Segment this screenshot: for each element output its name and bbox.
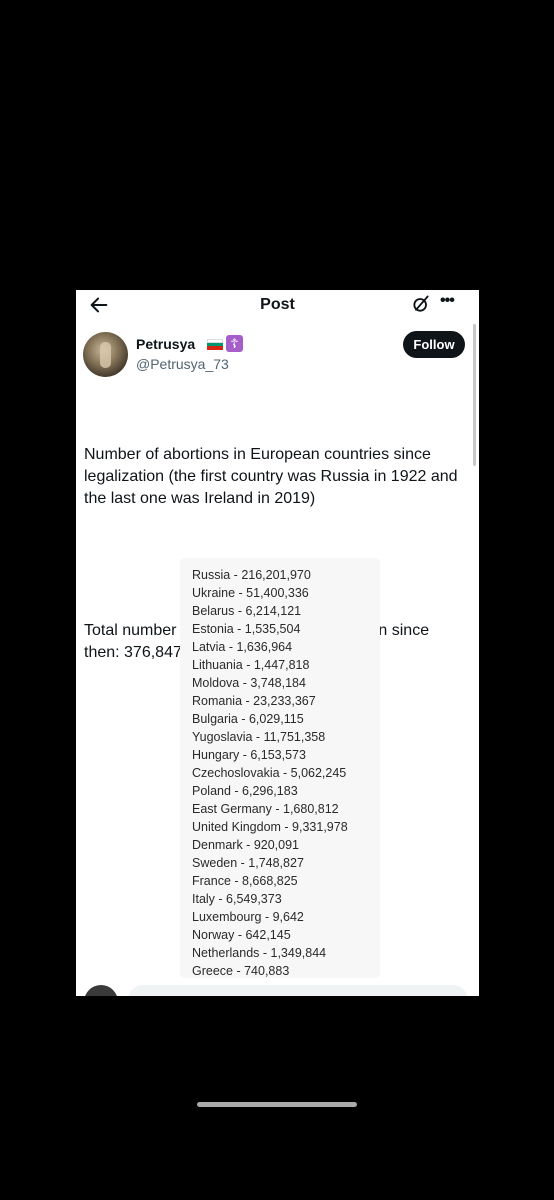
list-item: Greece - 740,883	[192, 964, 290, 978]
author-handle[interactable]: @Petrusya_73	[136, 356, 229, 372]
list-item: Czechoslovakia - 5,062,245	[192, 766, 347, 780]
list-item: Sweden - 1,748,827	[192, 856, 304, 870]
list-item: Romania - 23,233,367	[192, 694, 316, 708]
post-paragraph: Number of abortions in European countrie…	[84, 446, 462, 507]
list-item: East Germany - 1,680,812	[192, 802, 339, 816]
avatar[interactable]	[83, 332, 128, 377]
list-item: Hungary - 6,153,573	[192, 748, 306, 762]
country-abortion-list: Russia - 216,201,970 Ukraine - 51,400,33…	[192, 566, 348, 980]
follow-button[interactable]: Follow	[403, 331, 465, 358]
list-item: Estonia - 1,535,504	[192, 622, 301, 636]
list-item: Yugoslavia - 11,751,358	[192, 730, 326, 744]
list-item: Italy - 6,549,373	[192, 892, 282, 906]
list-item: Lithuania - 1,447,818	[192, 658, 310, 672]
list-item: Latvia - 1,636,964	[192, 640, 293, 654]
list-item: Russia - 216,201,970	[192, 568, 311, 582]
list-item: Luxembourg - 9,642	[192, 910, 304, 924]
screenshot-frame: Post ••• Petrusya ☦ @Petrusya_73 Follow …	[0, 0, 554, 1200]
list-item: United Kingdom - 9,331,978	[192, 820, 348, 834]
post-view: Post ••• Petrusya ☦ @Petrusya_73 Follow …	[76, 290, 479, 996]
home-indicator[interactable]	[197, 1102, 357, 1107]
author-display-name[interactable]: Petrusya	[136, 336, 195, 352]
list-item: Ukraine - 51,400,336	[192, 586, 309, 600]
list-item: France - 8,668,825	[192, 874, 298, 888]
list-item: Poland - 6,296,183	[192, 784, 298, 798]
list-item: Norway - 642,145	[192, 928, 291, 942]
more-options-icon[interactable]: •••	[440, 292, 462, 314]
reply-input[interactable]	[128, 985, 468, 996]
scrollbar[interactable]	[473, 324, 476, 466]
top-bar: Post •••	[76, 290, 479, 320]
orthodox-cross-icon: ☦	[226, 335, 243, 352]
list-item: Moldova - 3,748,184	[192, 676, 306, 690]
bulgarian-flag-icon	[207, 339, 223, 350]
list-item: Bulgaria - 6,029,115	[192, 712, 304, 726]
grok-icon[interactable]	[411, 294, 431, 314]
list-item: Belarus - 6,214,121	[192, 604, 302, 618]
list-item: Netherlands - 1,349,844	[192, 946, 327, 960]
list-item: Denmark - 920,091	[192, 838, 300, 852]
